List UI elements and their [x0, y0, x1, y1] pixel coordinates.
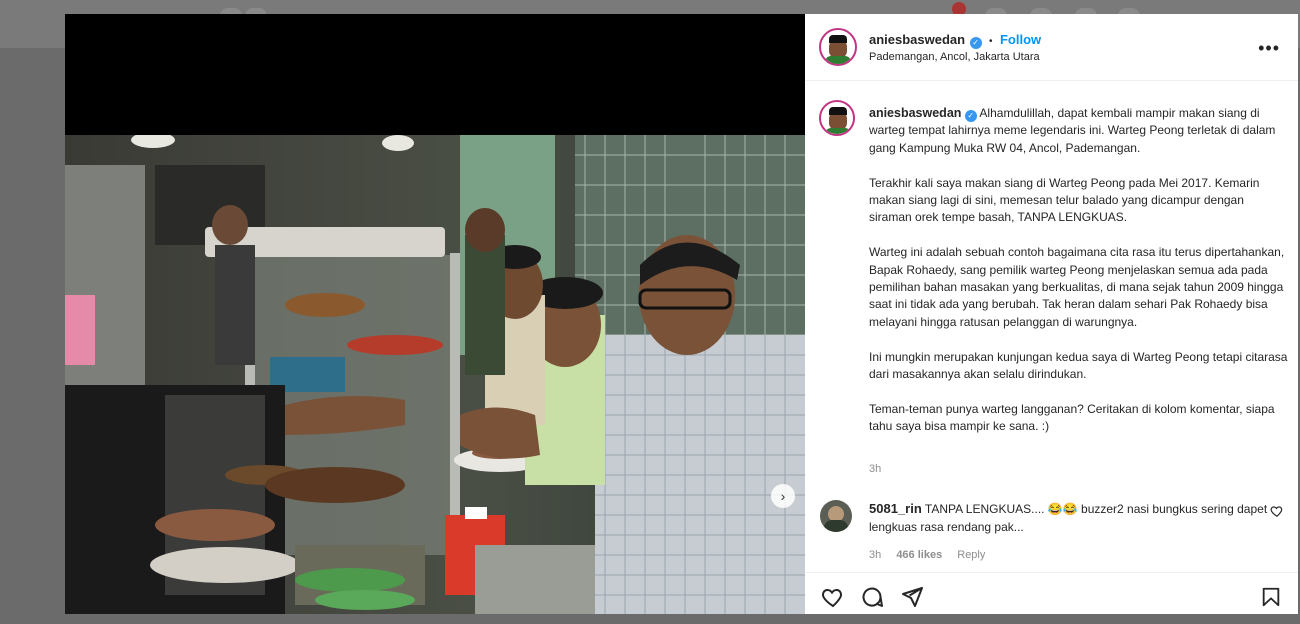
- author-username[interactable]: aniesbaswedan: [869, 32, 965, 47]
- comment-text: TANPA LENGKUAS.... 😂😂 buzzer2 nasi bungk…: [869, 502, 1268, 534]
- comment-time: 3h: [869, 549, 882, 561]
- comment-reply-button[interactable]: Reply: [957, 549, 985, 561]
- warteg-scene-image: [65, 135, 805, 614]
- post-header: aniesbaswedan ✓ • Follow Pademangan, Anc…: [805, 14, 1298, 81]
- caption-paragraph-4: Ini mungkin merupakan kunjungan kedua sa…: [869, 349, 1288, 382]
- follow-button[interactable]: Follow: [1000, 32, 1041, 47]
- caption-paragraph-1: aniesbaswedan ✓ Alhamdulillah, dapat kem…: [869, 105, 1289, 157]
- post-modal: › aniesbaswedan ✓ • Follow Pademangan, A…: [65, 14, 1298, 614]
- heart-icon[interactable]: [820, 585, 846, 609]
- commenter-avatar[interactable]: [820, 500, 852, 532]
- verified-badge-icon: ✓: [964, 110, 977, 122]
- comment-meta: 3h 466 likes Reply: [869, 549, 997, 561]
- paper-plane-icon[interactable]: [900, 585, 924, 609]
- post-photo[interactable]: ›: [65, 135, 805, 614]
- caption-paragraph-3: Warteg ini adalah sebuah contoh bagaiman…: [869, 245, 1285, 329]
- separator-dot: •: [989, 36, 993, 47]
- post-caption: aniesbaswedan ✓ Alhamdulillah, dapat kem…: [869, 105, 1289, 453]
- caption-paragraph-5: Teman-teman punya warteg langganan? Ceri…: [869, 401, 1275, 434]
- post-details-panel: aniesbaswedan ✓ • Follow Pademangan, Anc…: [805, 14, 1298, 614]
- comment-like-icon[interactable]: [1270, 504, 1284, 518]
- more-options-button[interactable]: •••: [1258, 38, 1280, 59]
- action-bar: [805, 572, 1298, 614]
- verified-badge-icon: ✓: [969, 37, 982, 49]
- chevron-right-icon: ›: [780, 488, 786, 504]
- next-photo-button[interactable]: ›: [771, 484, 795, 508]
- author-avatar[interactable]: [819, 28, 857, 66]
- caption-paragraph-2: Terakhir kali saya makan siang di Warteg…: [869, 175, 1260, 225]
- post-location[interactable]: Pademangan, Ancol, Jakarta Utara: [869, 51, 1040, 63]
- caption-timestamp: 3h: [869, 463, 882, 475]
- caption-username[interactable]: aniesbaswedan: [869, 106, 961, 120]
- caption-author-avatar[interactable]: [819, 100, 855, 136]
- author-line: aniesbaswedan ✓ • Follow: [869, 31, 1041, 49]
- comment-icon[interactable]: [860, 585, 884, 609]
- comment-item: 5081_rin TANPA LENGKUAS.... 😂😂 buzzer2 n…: [869, 500, 1269, 536]
- comment-username[interactable]: 5081_rin: [869, 501, 922, 516]
- comment-likes[interactable]: 466 likes: [896, 549, 942, 561]
- bookmark-icon[interactable]: [1260, 585, 1282, 609]
